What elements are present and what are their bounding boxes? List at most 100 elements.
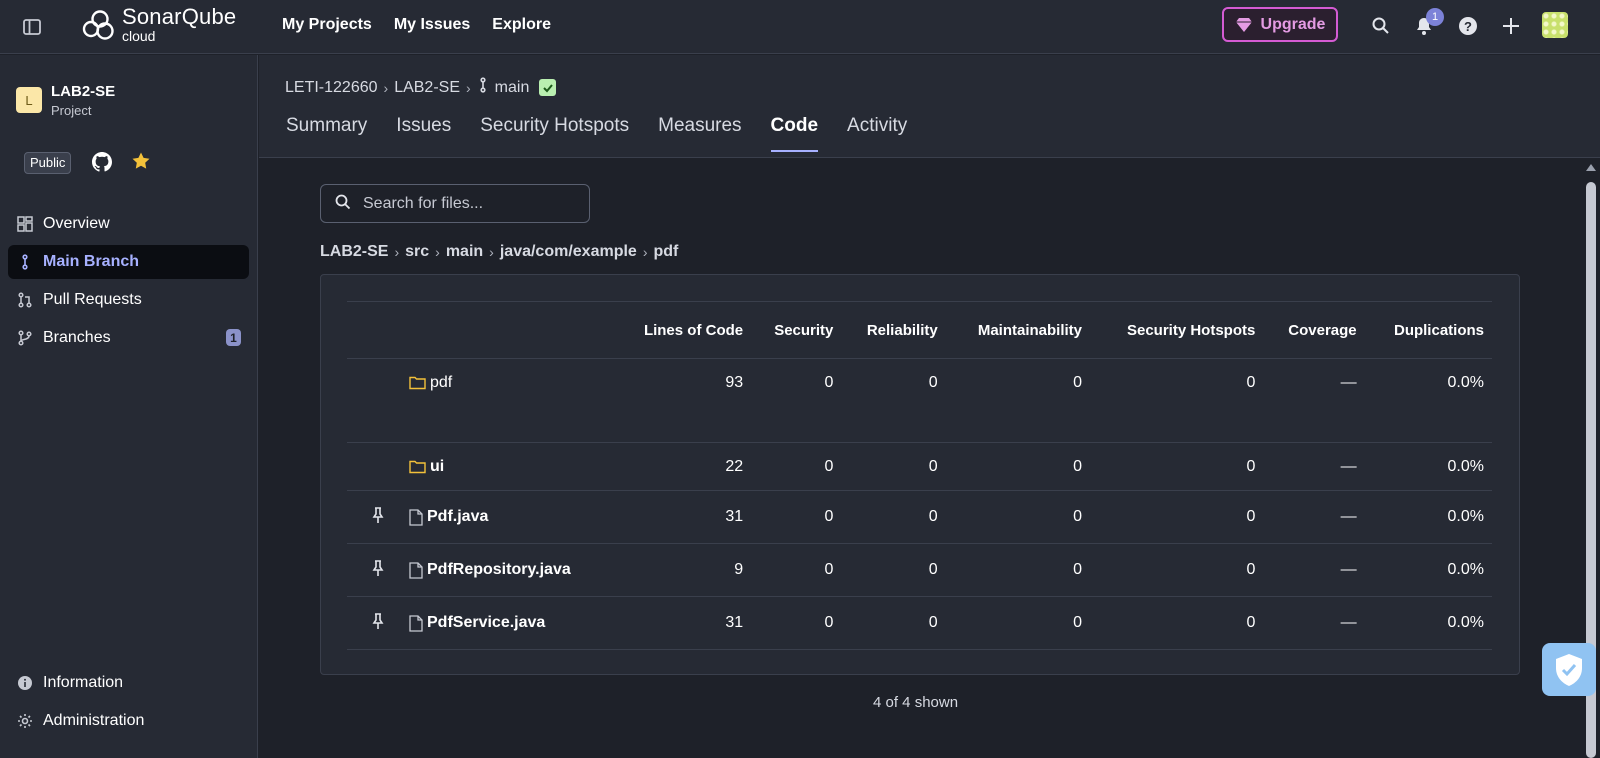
plus-icon[interactable]	[1499, 14, 1523, 38]
hotspots-cell: 0	[1090, 543, 1264, 597]
table-row[interactable]: PdfService.java 31 0 0 0 0 — 0.0%	[347, 596, 1492, 650]
chevron-right-icon: ›	[466, 79, 471, 96]
sidebar-item-main-branch[interactable]: Main Branch	[8, 245, 249, 279]
name-cell[interactable]: PdfRepository.java	[409, 543, 613, 597]
code-table-panel: Lines of Code Security Reliability Maint…	[320, 274, 1520, 675]
sidebar-item-label: Overview	[43, 215, 110, 232]
tab-activity[interactable]: Activity	[847, 115, 907, 151]
table-row[interactable]: pdf 93 0 0 0 0 — 0.0%	[347, 359, 1492, 407]
user-avatar[interactable]	[1542, 12, 1568, 38]
row-name[interactable]: PdfRepository.java	[427, 561, 571, 579]
hotspots-cell: 0	[1090, 442, 1264, 491]
column-header: Maintainability	[945, 301, 1091, 359]
table-row[interactable]: Pdf.java 31 0 0 0 0 — 0.0%	[347, 490, 1492, 544]
sidebar-item-label: Pull Requests	[43, 291, 142, 308]
shield-check-icon	[1556, 653, 1582, 686]
tab-summary[interactable]: Summary	[286, 115, 367, 151]
pin-icon[interactable]	[372, 506, 384, 524]
svg-text:?: ?	[1464, 19, 1472, 34]
scroll-up-arrow-icon[interactable]	[1586, 164, 1596, 171]
tab-code[interactable]: Code	[770, 115, 818, 152]
chevron-right-icon: ›	[435, 244, 440, 260]
table-row[interactable]: PdfRepository.java 9 0 0 0 0 — 0.0%	[347, 543, 1492, 597]
hotspots-cell: 0	[1090, 596, 1264, 650]
name-cell[interactable]: Pdf.java	[409, 490, 613, 544]
maintainability-cell: 0	[945, 543, 1091, 597]
spacer-cell	[347, 406, 1492, 443]
coverage-cell: —	[1263, 490, 1365, 544]
loc-cell: 31	[612, 596, 752, 650]
path-segment-current: pdf	[653, 243, 679, 260]
search-icon	[335, 194, 351, 214]
path-segment[interactable]: java/com/example	[500, 243, 637, 261]
row-name[interactable]: Pdf.java	[427, 508, 488, 526]
notification-badge: 1	[1426, 8, 1444, 26]
shown-count: 4 of 4 shown	[873, 694, 959, 711]
reliability-cell: 0	[841, 442, 946, 491]
pull-request-icon	[17, 292, 33, 308]
sidebar-toggle-icon[interactable]	[20, 15, 44, 39]
path-segment[interactable]: src	[405, 243, 429, 261]
chevron-right-icon: ›	[489, 244, 494, 260]
project-name[interactable]: LAB2-SE	[51, 83, 115, 100]
logo-subtitle: cloud	[122, 28, 156, 44]
upgrade-button[interactable]: Upgrade	[1222, 7, 1338, 42]
row-name[interactable]: pdf	[430, 374, 452, 392]
duplications-cell: 0.0%	[1364, 442, 1492, 491]
nav-my-projects[interactable]: My Projects	[282, 16, 372, 34]
row-name[interactable]: ui	[430, 458, 444, 476]
project-avatar: L	[16, 87, 42, 113]
duplications-cell: 0.0%	[1364, 490, 1492, 544]
sonarqube-logo[interactable]: SonarQube cloud	[80, 6, 236, 43]
folder-icon	[409, 377, 426, 390]
table-header-row: Lines of Code Security Reliability Maint…	[347, 301, 1492, 359]
quality-gate-passed-icon	[539, 79, 557, 96]
pin-cell	[347, 490, 409, 544]
search-icon[interactable]	[1369, 14, 1393, 38]
sidebar-item-pull-requests[interactable]: Pull Requests	[8, 283, 249, 317]
file-icon	[409, 614, 423, 632]
shield-check-button[interactable]	[1542, 643, 1596, 696]
project-type: Project	[51, 103, 92, 118]
file-search[interactable]	[320, 184, 590, 223]
star-icon[interactable]	[131, 151, 151, 171]
maintainability-cell: 0	[945, 490, 1091, 544]
reliability-cell: 0	[841, 543, 946, 597]
breadcrumb-organization[interactable]: LETI-122660	[285, 79, 378, 97]
search-input[interactable]	[363, 194, 583, 213]
reliability-cell: 0	[841, 596, 946, 650]
name-cell[interactable]: PdfService.java	[409, 596, 613, 650]
path-segment[interactable]: main	[446, 243, 483, 261]
column-header: Security Hotspots	[1090, 301, 1264, 359]
reliability-cell: 0	[928, 373, 938, 391]
help-icon[interactable]: ?	[1456, 14, 1480, 38]
tab-issues[interactable]: Issues	[396, 115, 451, 151]
row-name[interactable]: PdfService.java	[427, 614, 545, 632]
nav-my-issues[interactable]: My Issues	[394, 16, 470, 34]
maintainability-cell: 0	[1073, 373, 1083, 391]
bell-icon[interactable]: 1	[1412, 8, 1444, 38]
pin-icon[interactable]	[372, 612, 384, 630]
hotspots-cell: 0	[1090, 490, 1264, 544]
column-header: Lines of Code	[612, 301, 752, 359]
github-icon[interactable]	[92, 152, 112, 172]
sidebar-item-information[interactable]: Information	[8, 666, 249, 700]
path-segment[interactable]: LAB2-SE	[320, 243, 388, 261]
tab-security-hotspots[interactable]: Security Hotspots	[480, 115, 629, 151]
sidebar-item-administration[interactable]: Administration	[8, 704, 249, 738]
coverage-cell: —	[1263, 596, 1365, 650]
sidebar: L LAB2-SE Project Public Overview Main B…	[0, 55, 258, 758]
top-nav: My Projects My Issues Explore	[282, 16, 551, 34]
name-cell[interactable]: pdf	[409, 359, 613, 407]
name-cell[interactable]: ui	[409, 442, 613, 491]
info-icon	[17, 675, 33, 691]
sidebar-item-branches[interactable]: Branches 1	[8, 321, 249, 355]
nav-explore[interactable]: Explore	[492, 16, 551, 34]
tab-measures[interactable]: Measures	[658, 115, 741, 151]
breadcrumb-project[interactable]: LAB2-SE	[394, 79, 460, 97]
breadcrumb-branch[interactable]: main	[495, 79, 530, 97]
table-row[interactable]: ui 22 0 0 0 0 — 0.0%	[347, 442, 1492, 491]
sidebar-item-label: Information	[43, 674, 124, 691]
sidebar-item-overview[interactable]: Overview	[8, 207, 249, 241]
pin-icon[interactable]	[372, 559, 384, 577]
